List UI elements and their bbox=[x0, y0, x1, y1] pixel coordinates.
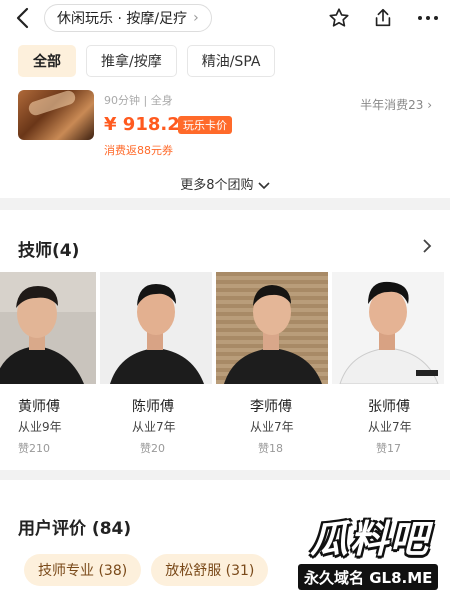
chevron-down-icon bbox=[258, 178, 270, 193]
deal-thumbnail bbox=[18, 90, 94, 140]
technician-photo bbox=[0, 272, 96, 384]
top-bar: 休闲玩乐 · 按摩/足疗 › bbox=[0, 0, 450, 36]
category-breadcrumb[interactable]: 休闲玩乐 · 按摩/足疗 › bbox=[44, 4, 212, 32]
watermark-logo-text: 瓜料吧 bbox=[310, 517, 431, 561]
technician-card[interactable]: 陈师傅 从业7年 赞20 bbox=[100, 272, 212, 462]
technician-name: 陈师傅 bbox=[132, 399, 174, 415]
technician-years: 从业9年 bbox=[18, 420, 62, 434]
deal-rebate: 消费返88元券 bbox=[104, 144, 173, 157]
deal-badge: 玩乐卡价 bbox=[178, 116, 232, 134]
more-deals-label: 更多8个团购 bbox=[180, 178, 254, 193]
filter-tab-spa[interactable]: 精油/SPA bbox=[186, 45, 276, 77]
filter-tabs: 全部 推拿/按摩 精油/SPA bbox=[0, 36, 450, 86]
technician-name: 张师傅 bbox=[368, 399, 410, 415]
more-deals-button[interactable]: 更多8个团购 bbox=[0, 174, 450, 193]
review-tag-professional[interactable]: 技师专业 (38) bbox=[24, 554, 142, 586]
chevron-right-icon: › bbox=[427, 98, 432, 112]
deal-meta: 90分钟 | 全身 bbox=[104, 94, 173, 107]
back-arrow-icon[interactable] bbox=[0, 0, 44, 36]
watermark-domain: 永久域名 GL8.ME bbox=[298, 564, 439, 590]
share-icon[interactable] bbox=[372, 7, 394, 29]
technician-name: 李师傅 bbox=[250, 399, 292, 415]
review-tag-relaxing[interactable]: 放松舒服 (31) bbox=[151, 554, 269, 586]
technician-likes: 赞17 bbox=[376, 442, 401, 455]
technicians-title: 技师(4) bbox=[18, 241, 80, 261]
chevron-right-icon[interactable] bbox=[422, 238, 432, 257]
reviews-title: 用户评价 (84) bbox=[18, 519, 132, 539]
technician-name: 黄师傅 bbox=[18, 399, 60, 415]
more-icon[interactable] bbox=[416, 7, 440, 29]
deal-sold-count: 半年消费23 › bbox=[360, 96, 432, 113]
deal-sold-label: 半年消费23 bbox=[360, 98, 424, 112]
technician-card[interactable]: 黄师傅 从业9年 赞210 bbox=[0, 272, 96, 462]
technician-card[interactable]: 李师傅 从业7年 赞18 bbox=[216, 272, 328, 462]
technician-photo bbox=[332, 272, 444, 384]
filter-tab-all[interactable]: 全部 bbox=[18, 45, 76, 77]
deal-card[interactable]: 90分钟 | 全身 ¥ 918.2 玩乐卡价 消费返88元券 半年消费23 › … bbox=[0, 86, 450, 198]
filter-tab-massage[interactable]: 推拿/按摩 bbox=[86, 45, 177, 77]
category-label: 休闲玩乐 · 按摩/足疗 bbox=[57, 11, 188, 27]
technician-likes: 赞20 bbox=[140, 442, 165, 455]
watermark-logo: 瓜料吧 永久域名 GL8.ME bbox=[296, 508, 446, 596]
deal-price: ¥ 918.2 bbox=[104, 114, 180, 135]
technician-photo bbox=[216, 272, 328, 384]
technician-likes: 赞210 bbox=[18, 442, 50, 455]
chevron-right-icon: › bbox=[193, 10, 199, 26]
technician-photo bbox=[100, 272, 212, 384]
technician-years: 从业7年 bbox=[250, 420, 294, 434]
star-icon[interactable] bbox=[328, 7, 350, 29]
technician-years: 从业7年 bbox=[368, 420, 412, 434]
technicians-section: 技师(4) 黄师傅 从业9年 赞210 陈师傅 从业7年 赞20 李师傅 从业7… bbox=[0, 210, 450, 470]
technician-likes: 赞18 bbox=[258, 442, 283, 455]
technician-years: 从业7年 bbox=[132, 420, 176, 434]
technician-card[interactable]: 张师傅 从业7年 赞17 bbox=[332, 272, 444, 462]
